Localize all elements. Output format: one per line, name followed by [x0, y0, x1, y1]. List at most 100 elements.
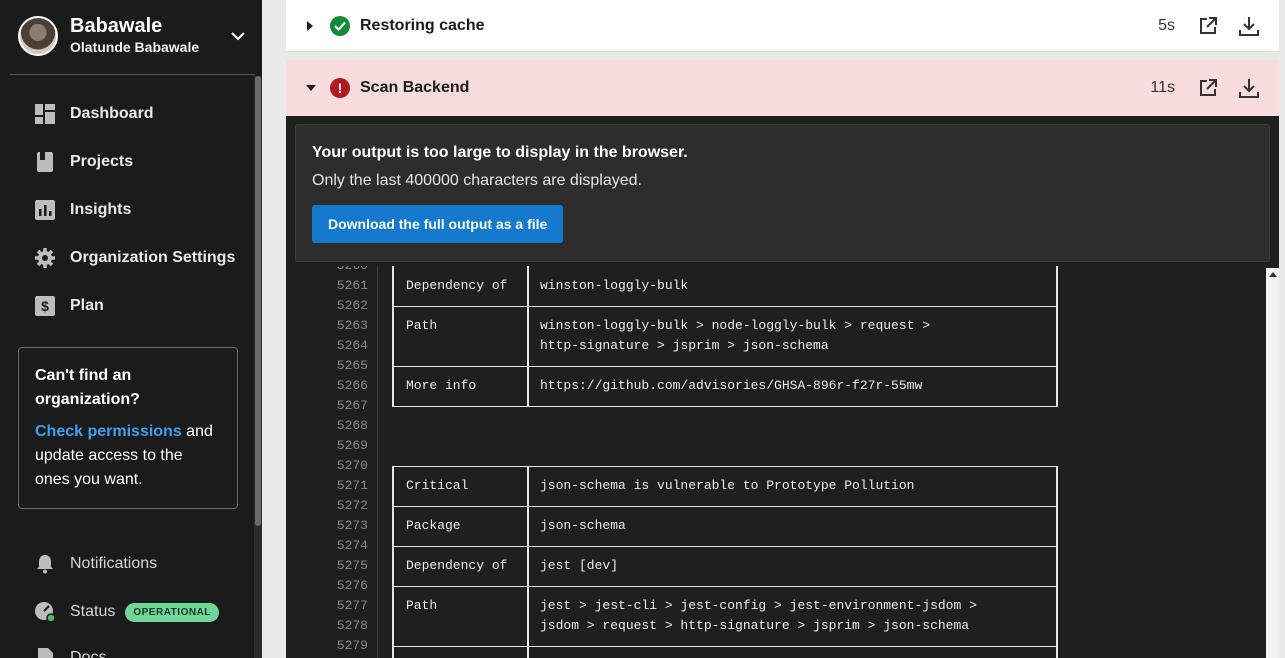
sidebar-item-dashboard[interactable]: Dashboard	[34, 99, 154, 129]
dollar-icon: $	[34, 295, 56, 317]
log-line: 5260	[286, 266, 1266, 276]
table-border	[1056, 466, 1058, 658]
line-number: 5277	[336, 598, 368, 613]
sidebar-divider	[10, 74, 255, 75]
log-line: 5271 Critical json-schema is vulnerable to…	[286, 476, 1266, 496]
error-icon: !	[330, 78, 350, 98]
sidebar-item-label: Dashboard	[70, 105, 154, 122]
download-icon[interactable]	[1238, 77, 1260, 99]
user-info: Babawale Olatunde Babawale	[70, 15, 228, 57]
log-cell-key: Package	[406, 518, 461, 533]
log-line: 5263 Path winston-loggly-bulk > node-loggl…	[286, 316, 1266, 336]
table-border	[392, 306, 1058, 307]
sidebar-item-notifications[interactable]: Notifications	[34, 549, 157, 579]
log-line: 5278 jsdom > request > http-signature > j…	[286, 616, 1266, 636]
job-steps: Restoring cache 5s ! Scan Backend 11s Yo…	[286, 0, 1279, 658]
sidebar-item-plan[interactable]: $ Plan	[34, 291, 104, 321]
log-line: 5266 More info https://github.com/advisori…	[286, 376, 1266, 396]
step-title: Scan Backend	[360, 79, 470, 96]
caret-right-icon[interactable]	[306, 20, 316, 31]
docs-icon	[34, 647, 56, 658]
log-cell-value: jest > jest-cli > jest-config > jest-env…	[540, 598, 977, 613]
step-title: Restoring cache	[360, 16, 485, 34]
log-cell-key: Critical	[406, 478, 469, 493]
table-border	[527, 466, 529, 658]
bell-icon	[34, 553, 56, 575]
table-border	[392, 466, 1058, 467]
line-number: 5279	[336, 638, 368, 653]
log-cell-value: json-schema	[540, 518, 626, 533]
sidebar-scrollbar-thumb[interactable]	[255, 76, 261, 526]
log-line: 5275 Dependency of jest [dev]	[286, 556, 1266, 576]
sidebar-item-label: Notifications	[70, 555, 158, 572]
line-number: 5274	[336, 538, 368, 553]
sidebar-item-label: Projects	[70, 153, 134, 170]
table-border	[1056, 266, 1058, 406]
org-switcher[interactable]: Babawale Olatunde Babawale	[18, 14, 252, 58]
log-cell-value: winston-loggly-bulk	[540, 278, 689, 293]
line-number: 5264	[336, 338, 368, 353]
line-number: 5260	[286, 266, 368, 276]
line-number: 5268	[336, 418, 368, 433]
log-cell-key: Dependency of	[406, 558, 508, 573]
sidebar-item-status[interactable]: Status OPERATIONAL	[34, 597, 219, 627]
insights-icon	[34, 199, 56, 221]
notice-title: Your output is too large to display in t…	[312, 144, 688, 161]
log-cell-value: jest [dev]	[540, 558, 619, 573]
table-border	[392, 466, 394, 658]
projects-icon	[34, 151, 56, 173]
log-line: 5273 Package json-schema	[286, 516, 1266, 536]
app: Babawale Olatunde Babawale Dashboard Pro…	[0, 0, 1285, 658]
log-line: 5269	[286, 436, 1266, 456]
scroll-up-arrow-icon[interactable]	[1269, 272, 1277, 277]
log-cell-value: http-signature > jsprim > json-schema	[540, 338, 829, 353]
log-line: 5261 Dependency of winston-loggly-bulk	[286, 276, 1266, 296]
line-number: 5271	[336, 478, 368, 493]
download-icon[interactable]	[1238, 15, 1260, 37]
line-number: 5269	[336, 438, 368, 453]
log-line: 5268	[286, 416, 1266, 436]
log-cell-key: More info	[406, 378, 477, 393]
line-number: 5267	[336, 398, 368, 413]
step-restoring-cache[interactable]: Restoring cache 5s	[286, 0, 1279, 52]
avatar	[18, 16, 58, 56]
table-border	[392, 366, 1058, 367]
table-border	[527, 266, 529, 406]
line-number: 5276	[336, 578, 368, 593]
table-border	[392, 586, 1058, 587]
caret-down-icon[interactable]	[306, 84, 316, 92]
sidebar-item-label: Status	[70, 603, 116, 620]
open-external-icon[interactable]	[1197, 15, 1219, 37]
log-scrollbar[interactable]	[1266, 268, 1279, 658]
log-cell-value: json-schema is vulnerable to Prototype P…	[540, 478, 915, 493]
svg-text:$: $	[41, 298, 49, 314]
chevron-down-icon[interactable]	[228, 26, 248, 46]
user-name: Babawale	[70, 15, 163, 37]
line-number: 5272	[336, 498, 368, 513]
success-check-icon	[330, 15, 350, 36]
log-cell-key: Dependency of	[406, 278, 508, 293]
status-badge: OPERATIONAL	[125, 602, 219, 622]
step-scan-backend[interactable]: ! Scan Backend 11s	[286, 60, 1279, 116]
line-number: 5266	[336, 378, 368, 393]
sidebar-item-insights[interactable]: Insights	[34, 195, 131, 225]
line-number: 5275	[336, 558, 368, 573]
download-full-output-button[interactable]: Download the full output as a file	[312, 205, 564, 243]
log-line: 5264 http-signature > jsprim > json-schem…	[286, 336, 1266, 356]
help-title: Can't find an organization?	[35, 367, 140, 408]
step-output: Your output is too large to display in t…	[286, 116, 1279, 658]
line-number: 5273	[336, 518, 368, 533]
check-permissions-link[interactable]: Check permissions	[35, 423, 182, 440]
sidebar-item-projects[interactable]: Projects	[34, 147, 133, 177]
table-border	[392, 506, 1058, 507]
open-external-icon[interactable]	[1197, 77, 1219, 99]
table-border	[392, 406, 1058, 407]
sidebar-item-organization-settings[interactable]: Organization Settings	[34, 243, 235, 273]
notice-subtitle: Only the last 400000 characters are disp…	[312, 172, 642, 189]
sidebar-item-docs[interactable]: Docs	[34, 643, 106, 658]
sidebar: Babawale Olatunde Babawale Dashboard Pro…	[0, 0, 262, 658]
line-number: 5270	[336, 458, 368, 473]
sidebar-item-label: Plan	[70, 297, 104, 314]
line-number: 5261	[336, 278, 368, 293]
output-too-large-notice: Your output is too large to display in t…	[295, 124, 1270, 262]
